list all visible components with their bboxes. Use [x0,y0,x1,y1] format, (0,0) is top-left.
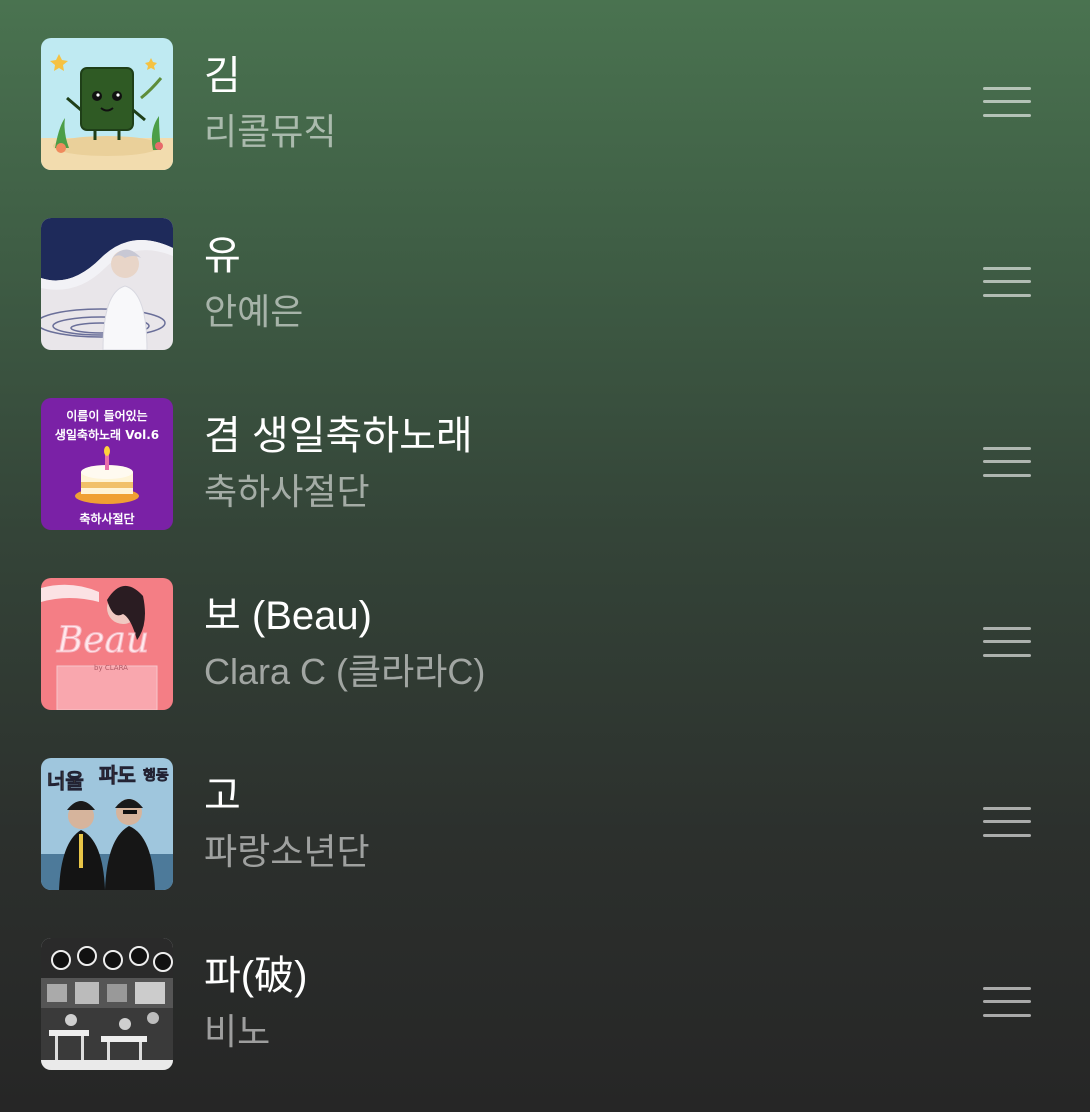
reorder-handle-icon[interactable] [983,84,1031,120]
album-art [41,938,173,1070]
album-art-beau: Beau by CLARA [41,578,173,710]
track-artist: 안예은 [204,291,304,332]
cover-text-line1: 이름이 들어있는 [66,408,147,423]
track-title: 파(破) [204,954,308,998]
album-art: Beau by CLARA [41,578,173,710]
cover-text-beau: Beau [56,620,149,661]
album-art: 너울 파도 행동 [41,758,173,890]
cover-text-2: 파도 [99,763,136,787]
album-art: 이름이 들어있는 생일축하노래 Vol.6 축하사절단 [41,398,173,530]
track-artist: Clara C (클라라C) [204,651,486,692]
track-artist: 비노 [204,1011,271,1052]
cover-text-line2: 생일축하노래 Vol.6 [55,427,159,442]
track-title: 김 [204,54,241,98]
track-row[interactable]: 파(破) 비노 [0,914,1090,1094]
album-art-birthday-cake: 이름이 들어있는 생일축하노래 Vol.6 축하사절단 [41,398,173,530]
reorder-handle-icon[interactable] [983,264,1031,300]
cover-text-1: 너울 [47,769,84,793]
track-row[interactable]: 유 안예은 [0,194,1090,374]
album-art-cafe [41,938,173,1070]
track-artist: 리콜뮤직 [204,111,337,152]
reorder-handle-icon[interactable] [983,984,1031,1020]
cover-text-byclara: by CLARA [94,664,128,672]
track-row[interactable]: 이름이 들어있는 생일축하노래 Vol.6 축하사절단 겸 생일축하노래 축하사… [0,374,1090,554]
track-row[interactable]: 너울 파도 행동 고 파랑소년단 [0,734,1090,914]
album-art [41,38,173,170]
cover-text-line3: 축하사절단 [79,511,134,526]
reorder-handle-icon[interactable] [983,624,1031,660]
track-title: 겸 생일축하노래 [204,414,473,458]
track-title: 보 (Beau) [204,594,372,638]
cover-text-3: 행동 [143,768,169,784]
track-artist: 축하사절단 [204,471,370,512]
track-title: 고 [204,774,241,818]
reorder-handle-icon[interactable] [983,804,1031,840]
album-art-seaweed [41,38,173,170]
track-title: 유 [204,234,241,278]
album-art-duo: 너울 파도 행동 [41,758,173,890]
track-row[interactable]: Beau by CLARA 보 (Beau) Clara C (클라라C) [0,554,1090,734]
track-row[interactable]: 김 리콜뮤직 [0,14,1090,194]
album-art-portrait [41,218,173,350]
playlist: 김 리콜뮤직 유 안예은 이름이 들어있는 생일축하노래 Vol.6 축하사절단… [0,14,1090,1094]
album-art [41,218,173,350]
track-artist: 파랑소년단 [204,831,370,872]
reorder-handle-icon[interactable] [983,444,1031,480]
